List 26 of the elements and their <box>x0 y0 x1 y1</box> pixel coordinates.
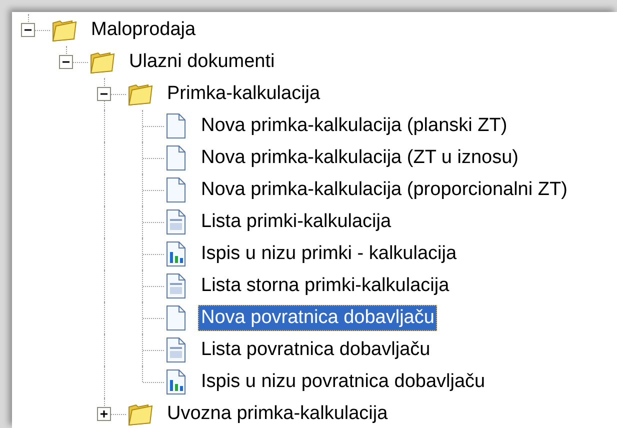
collapse-icon[interactable] <box>21 23 35 37</box>
tree-item[interactable]: Primka-kalkulacija <box>164 81 324 107</box>
tree-item[interactable]: Maloprodaja <box>88 17 199 43</box>
chart-document-icon <box>164 369 188 395</box>
document-icon <box>164 145 188 171</box>
collapse-icon[interactable] <box>97 87 111 101</box>
tree-item[interactable]: Ulazni dokumenti <box>126 49 278 75</box>
list-document-icon <box>164 209 188 235</box>
tree-item[interactable]: Lista storna primki-kalkulacija <box>198 273 452 299</box>
tree-item[interactable]: Ispis u nizu povratnica dobavljaču <box>198 369 488 395</box>
tree-item[interactable]: Uvozna primka-kalkulacija <box>164 401 391 427</box>
tree-item[interactable]: Nova primka-kalkulacija (ZT u iznosu) <box>198 145 522 171</box>
tree-item[interactable]: Nova povratnica dobavljaču <box>198 305 438 331</box>
document-icon <box>164 113 188 139</box>
tree-item[interactable]: Lista primki-kalkulacija <box>198 209 394 235</box>
list-document-icon <box>164 337 188 363</box>
document-icon <box>164 177 188 203</box>
tree-item[interactable]: Lista povratnica dobavljaču <box>198 337 434 363</box>
tree-item[interactable]: Nova primka-kalkulacija (planski ZT) <box>198 113 510 139</box>
collapse-icon[interactable] <box>59 55 73 69</box>
tree-item[interactable]: Nova primka-kalkulacija (proporcionalni ZT) <box>198 177 570 203</box>
chart-document-icon <box>164 241 188 267</box>
tree-item[interactable]: Ispis u nizu primki - kalkulacija <box>198 241 460 267</box>
document-icon <box>164 305 188 331</box>
expand-icon[interactable] <box>97 407 111 421</box>
list-document-icon <box>164 273 188 299</box>
